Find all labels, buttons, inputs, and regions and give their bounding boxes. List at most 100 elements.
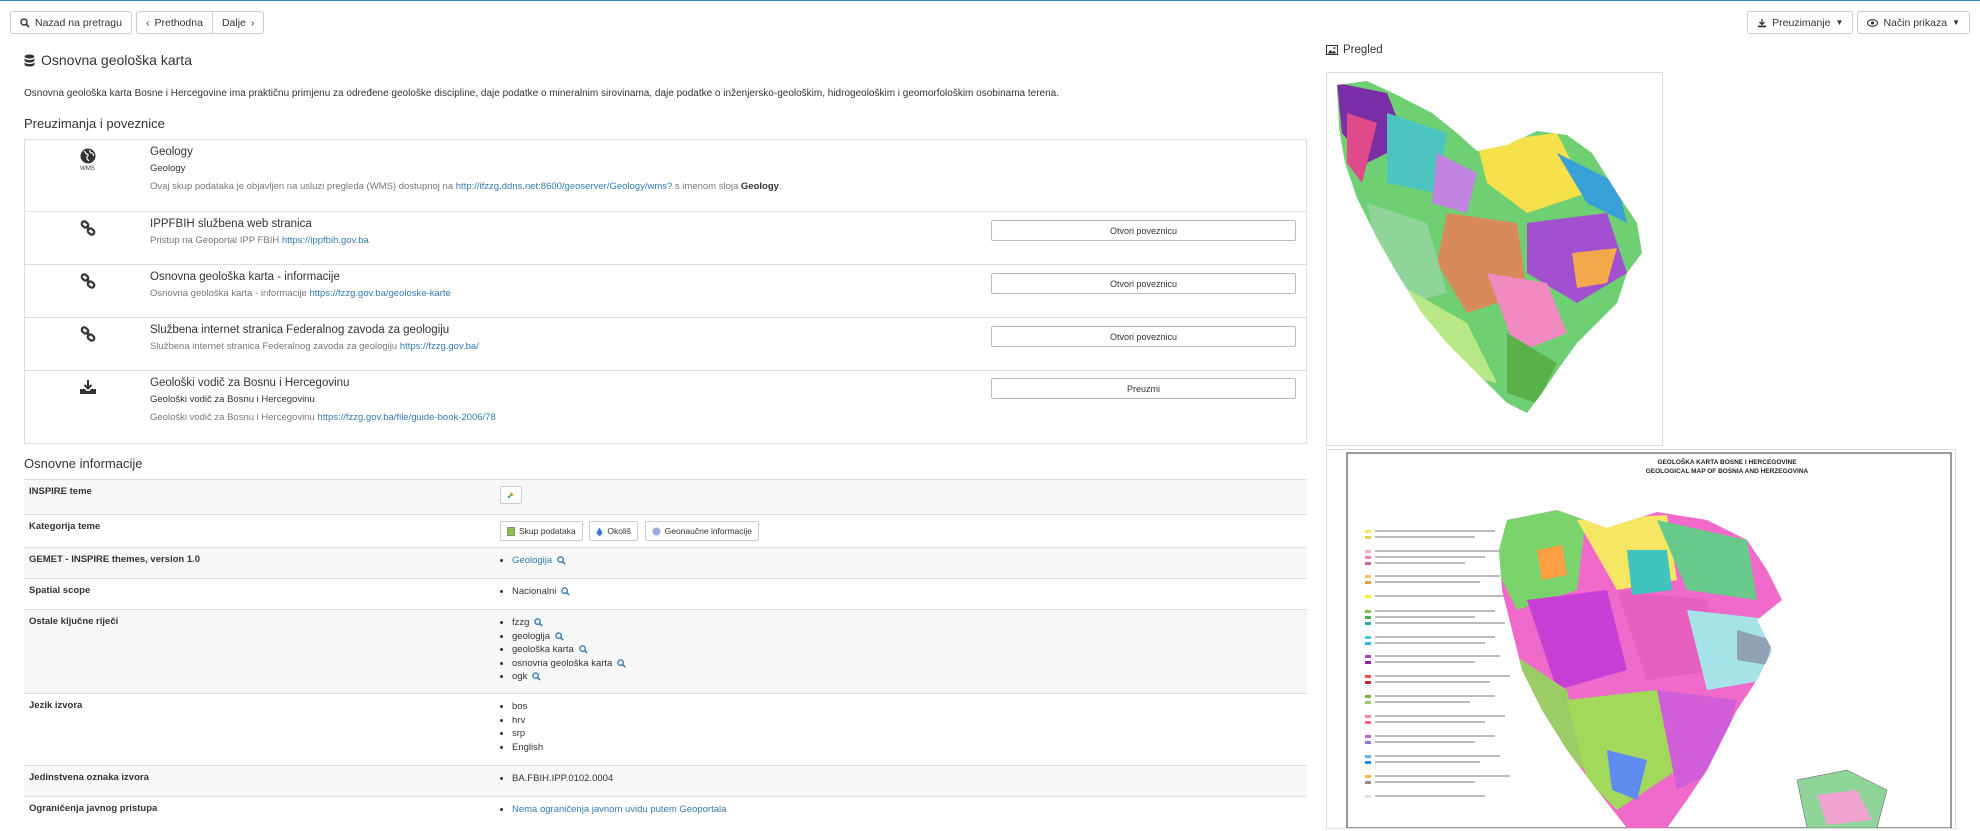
category-badge[interactable]: Geonaučne informacije xyxy=(644,521,760,541)
next-button[interactable]: Dalje › xyxy=(212,11,265,34)
links-heading: Preuzimanja i poveznice xyxy=(24,116,165,131)
row-value xyxy=(495,479,1307,515)
row-value: bos hrv srp English xyxy=(495,693,1307,766)
info-table: INSPIRE teme Kategorija teme Skup podata… xyxy=(24,479,1307,828)
back-to-search-label: Nazad na pretragu xyxy=(35,16,122,29)
link-description: Ovaj skup podataka je objavljen na usluz… xyxy=(150,181,1306,192)
page-title-text: Osnovna geološka karta xyxy=(41,52,192,68)
preview-panel: Pregled xyxy=(1326,44,1383,66)
list-item: geološka karta xyxy=(512,643,1302,657)
link-icon-cell xyxy=(25,318,150,370)
table-row: Ograničenja javnog pristupa Nema ogranič… xyxy=(24,796,1307,828)
search-icon[interactable] xyxy=(561,587,571,596)
keyword: osnovna geološka karta xyxy=(512,657,613,669)
keyword: geološka karta xyxy=(512,644,574,655)
link-url[interactable]: https://fzzg.gov.ba/geoloske-karte xyxy=(309,288,450,299)
table-row: INSPIRE teme xyxy=(24,479,1307,515)
link-row: Osnovna geološka karta - informacije Osn… xyxy=(25,265,1306,318)
wms-url-link[interactable]: http://ifzzg.ddns.net:8600/geoserver/Geo… xyxy=(456,181,673,192)
link-row: IPPFBIH službena web stranica Pristup na… xyxy=(25,212,1306,265)
row-key: GEMET - INSPIRE themes, version 1.0 xyxy=(24,547,495,579)
search-icon[interactable] xyxy=(532,672,541,681)
table-row: Jedinstvena oznaka izvora BA.FBIH.IPP.01… xyxy=(24,765,1307,797)
row-value: Nema ograničenja javnom uvidu putem Geop… xyxy=(495,796,1307,828)
download-dropdown[interactable]: Preuzimanje ▼ xyxy=(1747,11,1854,34)
list-item: osnovna geološka karta xyxy=(512,657,1302,671)
search-icon[interactable] xyxy=(555,631,564,641)
keyword-link[interactable]: Geologija xyxy=(512,555,552,566)
toolbar: Nazad na pretragu ‹ Prethodna Dalje › xyxy=(10,11,265,34)
link-url[interactable]: https://fzzg.gov.ba/ xyxy=(400,341,479,352)
download-button[interactable]: Preuzmi xyxy=(991,378,1296,399)
previous-button[interactable]: ‹ Prethodna xyxy=(135,11,213,34)
table-row: Kategorija teme Skup podataka Okoliš Geo… xyxy=(24,514,1307,548)
image-icon xyxy=(1326,45,1338,55)
geology-map-sheet-image: GEOLOŠKA KARTA BOSNE I HERCEGOVINE GEOLO… xyxy=(1346,452,1952,829)
access-link[interactable]: Nema ograničenja javnom uvidu putem Geop… xyxy=(512,804,726,815)
database-icon xyxy=(24,54,35,66)
link-url[interactable]: https://ippfbih.gov.ba xyxy=(282,235,369,246)
category-badge[interactable]: Skup podataka xyxy=(500,521,583,541)
link-icon xyxy=(80,273,95,289)
search-icon[interactable] xyxy=(579,645,588,654)
dataset-icon xyxy=(507,526,515,536)
row-key: Jezik izvora xyxy=(24,693,495,766)
link-desc-text: Službena internet stranica Federalnog za… xyxy=(150,341,398,352)
preview-map-sheet[interactable]: GEOLOŠKA KARTA BOSNE I HERCEGOVINE GEOLO… xyxy=(1326,449,1956,829)
resource-id: BA.FBIH.IPP.0102.0004 xyxy=(512,772,1302,786)
row-key: INSPIRE teme xyxy=(24,479,495,515)
open-link-button[interactable]: Otvori poveznicu xyxy=(991,220,1296,241)
row-value: Geologija xyxy=(495,547,1307,579)
open-link-button[interactable]: Otvori poveznicu xyxy=(991,273,1296,294)
wms-layer-name: Geology xyxy=(740,181,779,192)
eye-icon xyxy=(1867,18,1879,27)
map-sheet-title-1: GEOLOŠKA KARTA BOSNE I HERCEGOVINE xyxy=(1657,457,1797,466)
category-label: Okoliš xyxy=(607,526,631,536)
page-title: Osnovna geološka karta xyxy=(24,52,1307,68)
globe-icon xyxy=(80,148,95,164)
row-value: fzzg geologija geološka karta osnovna ge… xyxy=(495,609,1307,694)
scope-value: Nacionalni xyxy=(512,586,557,597)
links-list: WMS Geology Geology Ovaj skup podataka j… xyxy=(24,139,1307,444)
link-icon xyxy=(80,326,95,342)
link-action: Preuzmi xyxy=(991,378,1296,399)
top-accent-line xyxy=(0,0,1980,1)
wms-desc-mid: s imenom sloja xyxy=(674,181,739,192)
wms-desc-end: . xyxy=(778,181,782,192)
list-item: bos xyxy=(512,700,1302,714)
inspire-theme-button[interactable] xyxy=(500,486,522,504)
view-mode-dropdown[interactable]: Način prikaza ▼ xyxy=(1857,11,1970,34)
row-key: Jedinstvena oznaka izvora xyxy=(24,765,495,797)
link-description: Geološki vodič za Bosnu i Hercegovinu ht… xyxy=(150,412,1306,423)
open-link-button[interactable]: Otvori poveznicu xyxy=(991,326,1296,347)
keyword: geologija xyxy=(512,630,551,642)
wms-desc-prefix: Ovaj skup podataka je objavljen na usluz… xyxy=(150,181,454,192)
next-label: Dalje xyxy=(221,16,246,29)
back-to-search-button[interactable]: Nazad na pretragu xyxy=(10,11,132,34)
category-badge[interactable]: Okoliš xyxy=(589,521,638,541)
info-heading: Osnovne informacije xyxy=(24,456,143,471)
link-url[interactable]: https://fzzg.gov.ba/file/guide-book-2006… xyxy=(317,412,495,423)
link-action: Otvori poveznicu xyxy=(991,273,1296,294)
keyword-list: fzzg geologija geološka karta osnovna ge… xyxy=(500,616,1302,684)
search-icon[interactable] xyxy=(534,618,544,627)
category-label: Skup podataka xyxy=(519,526,576,536)
main-content: Osnovna geološka karta Osnovna geološka … xyxy=(24,48,1307,828)
link-desc-text: Geološki vodič za Bosnu i Hercegovinu xyxy=(150,412,315,423)
drop-icon xyxy=(597,527,603,536)
preview-thumbnail[interactable] xyxy=(1326,72,1663,446)
list-item: geologija xyxy=(512,630,1302,644)
view-mode-label: Način prikaza xyxy=(1883,16,1948,29)
link-icon-cell xyxy=(25,212,150,264)
keyword: fzzg xyxy=(512,617,530,628)
row-key: Spatial scope xyxy=(24,578,495,610)
row-value: BA.FBIH.IPP.0102.0004 xyxy=(495,765,1307,797)
language-list: bos hrv srp English xyxy=(500,700,1302,754)
preview-heading-text: Pregled xyxy=(1343,44,1383,56)
list-item: hrv xyxy=(512,714,1302,728)
chevron-left-icon: ‹ xyxy=(145,16,150,29)
search-icon[interactable] xyxy=(617,658,626,668)
wms-label: WMS xyxy=(80,166,95,172)
search-icon[interactable] xyxy=(557,556,566,565)
toolbar-right: Preuzimanje ▼ Način prikaza ▼ xyxy=(1747,11,1970,34)
